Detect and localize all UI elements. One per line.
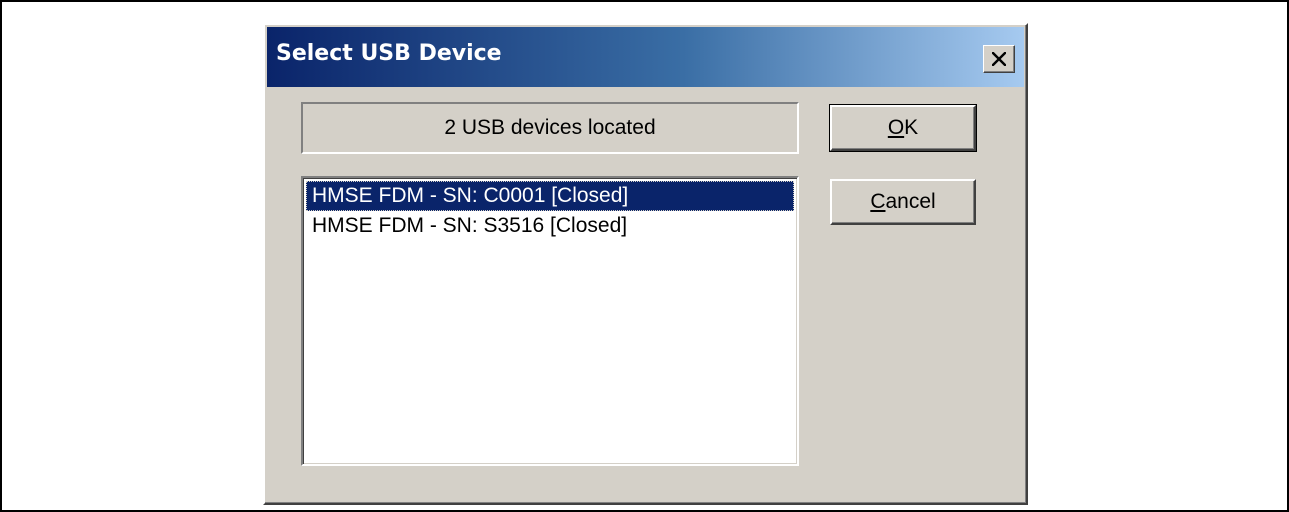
ok-button[interactable]: OK (829, 104, 977, 152)
list-item[interactable]: HMSE FDM - SN: S3516 [Closed] (306, 211, 794, 241)
cancel-button[interactable]: Cancel (830, 179, 976, 225)
list-item[interactable]: HMSE FDM - SN: C0001 [Closed] (306, 181, 794, 211)
device-count-text: 2 USB devices located (444, 116, 656, 139)
screenshot-frame: Select USB Device 2 USB devices located … (0, 0, 1289, 512)
title-bar[interactable]: Select USB Device (267, 27, 1024, 87)
device-count-status: 2 USB devices located (301, 102, 799, 154)
ok-mnemonic: O (887, 116, 905, 139)
close-button[interactable] (983, 45, 1015, 73)
dialog-title: Select USB Device (276, 41, 502, 66)
close-icon (992, 52, 1006, 66)
ok-label-rest: K (904, 116, 919, 139)
cancel-mnemonic: C (870, 190, 886, 213)
select-usb-device-dialog: Select USB Device 2 USB devices located … (263, 23, 1028, 505)
usb-device-listbox[interactable]: HMSE FDM - SN: C0001 [Closed] HMSE FDM -… (301, 176, 799, 466)
cancel-label-rest: ancel (885, 190, 936, 213)
